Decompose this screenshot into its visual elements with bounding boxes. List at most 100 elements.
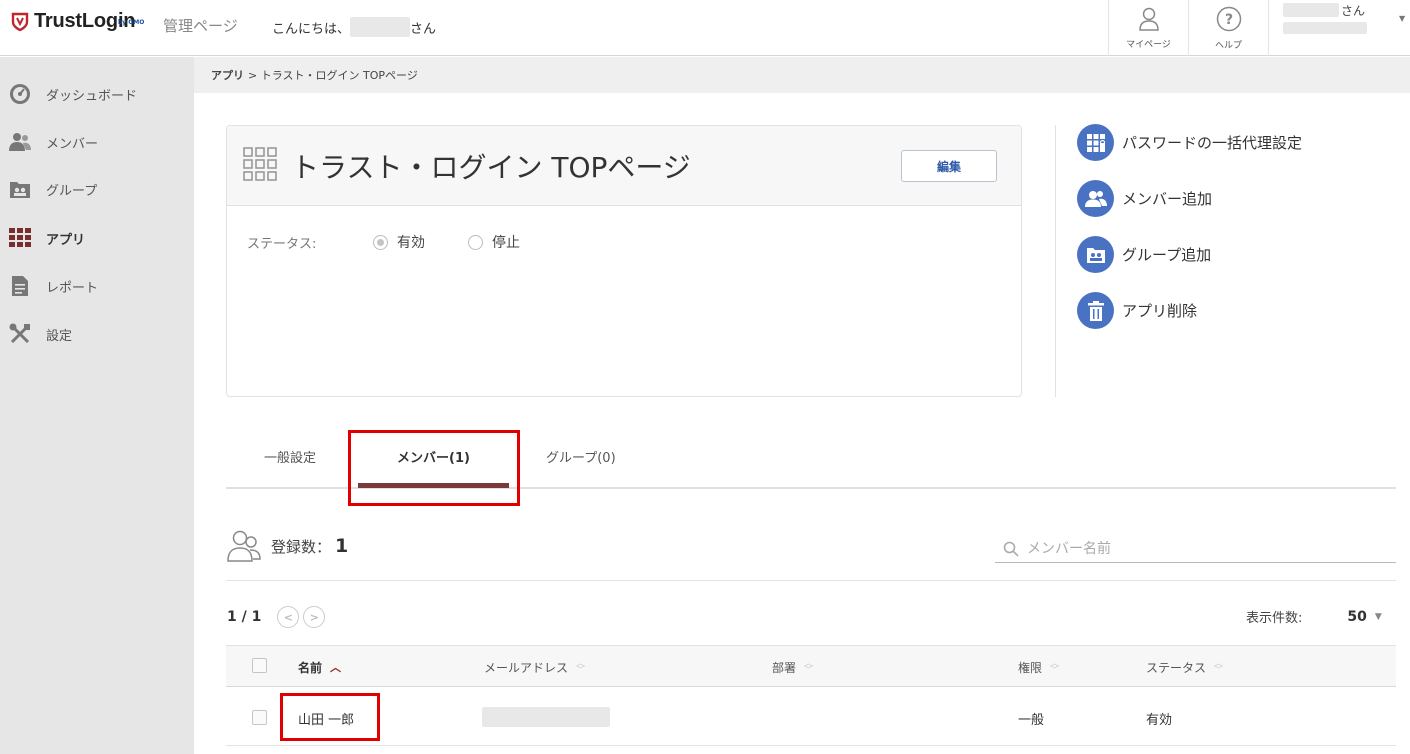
status-option-enabled[interactable]: 有効 [397,232,425,252]
action-label: アプリ削除 [1122,302,1198,320]
apps-grid-icon [9,227,31,249]
breadcrumb: アプリ > トラスト・ログイン TOPページ [194,57,1410,93]
sidebar-item-label: 設定 [46,328,73,344]
search-input[interactable] [1027,540,1387,557]
sort-icon: ︿ ﹀ [1214,658,1224,676]
mypage-label: マイページ [1126,39,1171,50]
tab-groups[interactable]: グループ(0) [546,447,616,466]
highlight-box-members-tab [348,430,520,506]
sidebar-item-label: レポート [46,280,99,296]
select-all-checkbox[interactable] [252,658,267,673]
registration-count-value: 1 [335,535,349,557]
sort-icon: ︿ ﹀ [804,658,814,676]
status-row: ステータス: 有効 停止 [247,232,563,252]
user-menu[interactable]: さん ▼ [1268,0,1410,56]
help-button[interactable]: ? ヘルプ [1188,0,1268,56]
status-option-disabled[interactable]: 停止 [492,232,520,252]
trash-icon [1077,292,1114,329]
column-header-name[interactable]: 名前 ︿ [298,659,341,676]
edit-button[interactable]: 編集 [901,150,997,182]
user-icon [1138,7,1159,31]
top-header: TrustLogin by GMO 管理ページ こんにちは、 さん マイページ … [0,0,1410,56]
action-label: グループ追加 [1122,246,1212,264]
status-radio-enabled[interactable] [373,234,388,250]
column-header-label: ステータス [1146,661,1207,675]
sidebar-item-members[interactable]: メンバー [0,122,194,162]
redacted-username [350,17,411,37]
bulk-password-icon [1077,124,1114,161]
mypage-button[interactable]: マイページ [1108,0,1188,56]
help-icon: ? [1216,6,1241,31]
brand-sub: by GMO [118,19,145,26]
admin-page-label: 管理ページ [163,17,238,35]
app-card-header: トラスト・ログイン TOPページ 編集 [227,126,1021,206]
sidebar-item-label: メンバー [46,136,99,152]
sidebar-item-apps[interactable]: アプリ [0,218,194,258]
sidebar-item-dashboard[interactable]: ダッシュボード [0,74,194,114]
add-group-icon [1077,236,1114,273]
redacted-email [482,707,610,727]
prev-page-button[interactable]: < [277,606,300,628]
help-label: ヘルプ [1214,40,1242,51]
divider [1055,125,1056,397]
column-header-email[interactable]: メールアドレス ︿ ﹀ [484,659,585,676]
sidebar-item-label: グループ [46,183,98,199]
sidebar-item-settings[interactable]: 設定 [0,314,194,354]
breadcrumb-parent[interactable]: アプリ [211,67,244,83]
greeting: こんにちは、 さん [272,17,436,37]
sort-icon: ︿ ﹀ [576,658,586,676]
column-header-role[interactable]: 権限 ︿ ﹀ [1018,659,1059,676]
caret-down-icon: ▼ [1399,14,1406,23]
group-icon [9,178,31,200]
report-icon [9,275,31,297]
sort-asc-icon: ︿ [330,661,342,674]
pagination: 1 / 1 < > [227,606,326,628]
sidebar-item-label: アプリ [46,232,86,248]
table-row[interactable]: 山田 一郎 一般 有効 [226,688,1396,746]
row-checkbox[interactable] [252,710,267,725]
bulk-password-action[interactable]: パスワードの一括代理設定 [1077,124,1302,161]
trustlogin-logo[interactable]: TrustLogin [10,10,136,33]
redacted-user-name [1283,3,1339,17]
per-page-value[interactable]: 50 [1347,609,1366,625]
status-radio-disabled[interactable] [468,234,483,250]
member-status: 有効 [1146,713,1173,728]
column-header-label: メールアドレス [484,661,569,675]
page-indicator: 1 / 1 [227,609,262,625]
delete-app-action[interactable]: アプリ削除 [1077,292,1197,329]
member-role: 一般 [1018,713,1045,728]
svg-text:?: ? [1224,12,1232,28]
section-divider [226,580,1396,581]
dashboard-icon [9,83,31,105]
member-search [995,535,1396,563]
sidebar-item-reports[interactable]: レポート [0,266,194,306]
column-header-label: 部署 [772,661,797,675]
add-member-action[interactable]: メンバー追加 [1077,180,1212,217]
tab-general-settings[interactable]: 一般設定 [264,447,316,466]
caret-down-icon: ▼ [1374,611,1382,622]
app-title: トラスト・ログイン TOPページ [291,151,691,184]
column-header-status[interactable]: ステータス ︿ ﹀ [1146,659,1223,676]
status-label: ステータス: [247,236,317,252]
add-group-action[interactable]: グループ追加 [1077,236,1211,273]
registration-label: 登録数： [271,537,332,556]
table-header: 名前 ︿ メールアドレス ︿ ﹀ 部署 ︿ ﹀ 権限 ︿ ﹀ ステータス ︿ ﹀ [226,645,1396,687]
greeting-suffix: さん [410,21,437,37]
column-header-label: 権限 [1018,661,1043,675]
settings-tools-icon [9,323,31,345]
column-header-department[interactable]: 部署 ︿ ﹀ [772,659,813,676]
members-outline-icon [227,530,261,562]
action-label: パスワードの一括代理設定 [1122,134,1303,152]
sidebar-item-groups[interactable]: グループ [0,169,194,209]
greeting-prefix: こんにちは、 [272,21,351,37]
search-icon [1003,541,1019,557]
next-page-button[interactable]: > [303,606,326,628]
highlight-box-member-name [280,693,380,741]
app-grid-icon [243,147,277,181]
sidebar-item-label: ダッシュボード [46,88,138,104]
add-member-icon [1077,180,1114,217]
redacted-user-org [1283,22,1367,34]
per-page-selector[interactable]: 表示件数: 50 ▼ [1246,607,1382,627]
action-label: メンバー追加 [1122,190,1213,208]
breadcrumb-current: > トラスト・ログイン TOPページ [248,69,418,82]
